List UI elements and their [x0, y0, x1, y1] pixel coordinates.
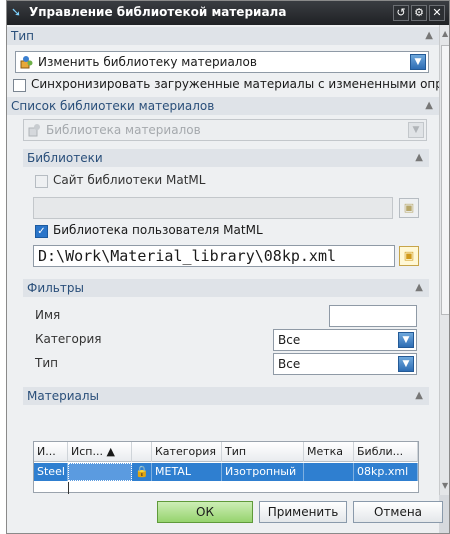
column-header[interactable]: Тип — [222, 442, 304, 462]
close-button[interactable]: ✕ — [429, 5, 445, 21]
filter-category-label: Категория — [35, 332, 102, 346]
column-header[interactable]: Исп... ▲ — [68, 442, 132, 462]
user-matml-checkbox[interactable]: ✓ — [35, 225, 48, 238]
scroll-up-icon[interactable]: ▲ — [442, 29, 448, 38]
chevron-down-icon[interactable]: ▼ — [398, 332, 414, 348]
filter-category-select[interactable]: Все ▼ — [273, 329, 417, 351]
cancel-button[interactable]: Отмена — [353, 501, 443, 523]
filter-type-label: Тип — [35, 356, 58, 370]
sync-checkbox-label: Синхронизировать загруженные материалы с… — [31, 77, 450, 91]
table-cell: METAL — [152, 463, 222, 481]
filter-type-select[interactable]: Все ▼ — [273, 353, 417, 375]
section-filters-title: Фильтры — [27, 281, 84, 295]
section-library-list-header[interactable]: Список библиотеки материалов ▲ — [7, 97, 439, 115]
arrow-cursor-icon: ➘ — [11, 5, 22, 19]
chevron-down-icon[interactable]: ▼ — [398, 356, 414, 372]
table-cell — [68, 463, 132, 481]
section-materials-header[interactable]: Материалы ▲ — [23, 387, 429, 405]
section-filters-header[interactable]: Фильтры ▲ — [23, 279, 429, 297]
matml-site-checkbox[interactable] — [35, 175, 48, 188]
filter-type-value: Все — [278, 357, 301, 371]
table-header: И... Исп... ▲ Категория Тип Метка Библи.… — [34, 442, 418, 462]
ok-button[interactable]: ОК — [157, 501, 253, 523]
collapse-icon[interactable]: ▲ — [425, 97, 433, 115]
column-header[interactable]: Метка — [304, 442, 354, 462]
library-list-select: Библиотека материалов ▼ — [23, 119, 427, 141]
library-edit-icon — [20, 55, 34, 69]
table-cell — [304, 463, 354, 481]
collapse-icon[interactable]: ▲ — [415, 387, 423, 405]
filter-category-value: Все — [278, 333, 301, 347]
matml-site-input — [33, 197, 393, 219]
dialog-title: Управление библиотекой материала — [29, 5, 287, 19]
apply-button[interactable]: Применить — [259, 501, 347, 523]
collapse-icon[interactable]: ▲ — [415, 279, 423, 297]
sync-checkbox[interactable] — [13, 79, 26, 92]
section-libraries-header[interactable]: Библиотеки ▲ — [23, 149, 429, 167]
library-list-value: Библиотека материалов — [46, 123, 201, 137]
user-matml-path-input[interactable]: D:\Work\Material_library\08kp.xml — [33, 245, 395, 267]
material-library-dialog: ➘ Управление библиотекой материала ↺ ⚙ ✕… — [6, 0, 450, 534]
filter-name-label: Имя — [35, 308, 61, 322]
materials-table[interactable]: И... Исп... ▲ Категория Тип Метка Библи.… — [33, 441, 419, 494]
collapse-icon[interactable]: ▲ — [415, 149, 423, 167]
folder-open-icon[interactable]: ▣ — [399, 246, 419, 266]
column-header[interactable]: И... — [34, 442, 68, 462]
chevron-down-icon: ▼ — [408, 122, 424, 138]
section-type-header[interactable]: Тип ▲ — [7, 27, 439, 45]
section-materials-title: Материалы — [27, 389, 99, 403]
title-bar[interactable]: ➘ Управление библиотекой материала ↺ ⚙ ✕ — [7, 1, 449, 25]
scroll-down-icon[interactable]: ▼ — [442, 481, 448, 490]
type-select[interactable]: Изменить библиотеку материалов ▼ — [15, 51, 429, 73]
section-libraries-title: Библиотеки — [27, 151, 103, 165]
chevron-down-icon[interactable]: ▼ — [410, 54, 426, 70]
column-divider — [68, 482, 69, 494]
matml-site-label: Сайт библиотеки MatML — [53, 173, 206, 187]
table-cell: 08kp.xml — [354, 463, 418, 481]
settings-button[interactable]: ⚙ — [411, 5, 427, 21]
filter-name-input[interactable] — [329, 305, 417, 327]
reset-button[interactable]: ↺ — [393, 5, 409, 21]
column-header[interactable]: Категория — [152, 442, 222, 462]
scrollbar-thumb[interactable] — [441, 45, 449, 315]
column-header[interactable]: Библи... — [354, 442, 418, 462]
vertical-scrollbar[interactable]: ▲ ▼ — [439, 25, 449, 495]
type-select-value: Изменить библиотеку материалов — [38, 55, 257, 69]
column-header[interactable] — [132, 442, 152, 462]
lock-icon: 🔒 — [132, 463, 152, 481]
table-cell: Steel — [34, 463, 68, 481]
library-icon — [28, 123, 42, 137]
section-type-title: Тип — [11, 29, 34, 43]
section-library-list-title: Список библиотеки материалов — [11, 99, 215, 113]
table-row[interactable]: Steel 🔒 METAL Изотропный 08kp.xml — [34, 463, 418, 481]
collapse-icon[interactable]: ▲ — [425, 27, 433, 45]
user-matml-path-value: D:\Work\Material_library\08kp.xml — [38, 247, 337, 265]
user-matml-label: Библиотека пользователя MatML — [53, 223, 263, 237]
folder-open-icon: ▣ — [399, 198, 419, 218]
table-cell: Изотропный — [222, 463, 304, 481]
